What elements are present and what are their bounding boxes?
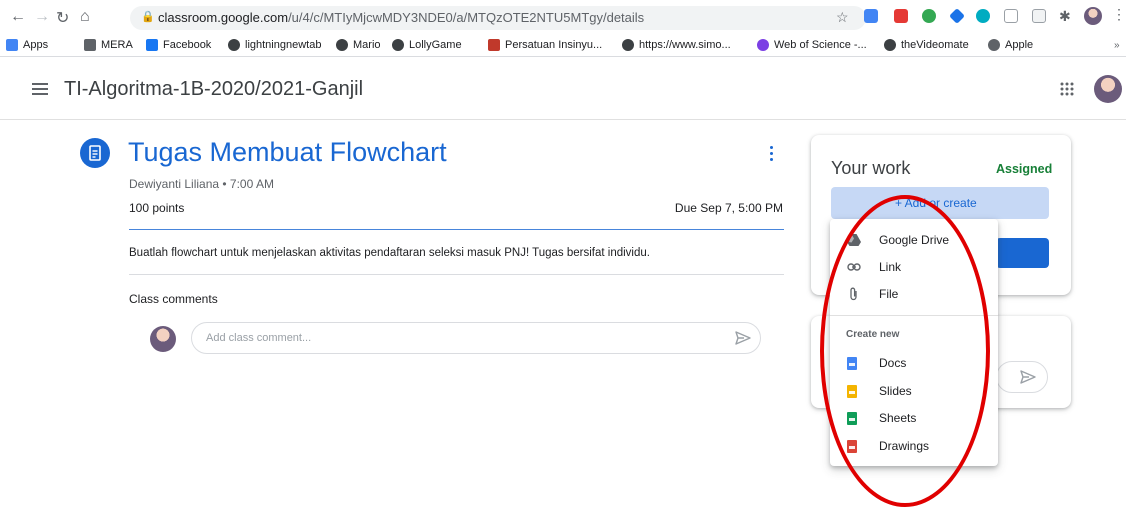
- url-text[interactable]: classroom.google.com/u/4/c/MTIyMjcwMDY3N…: [158, 10, 644, 25]
- profile-avatar-icon[interactable]: [1084, 7, 1102, 25]
- home-icon[interactable]: ⌂: [80, 8, 90, 26]
- assignment-instructions: Buatlah flowchart untuk menjelaskan akti…: [129, 247, 650, 259]
- more-options-icon[interactable]: [770, 146, 774, 164]
- extension-icon[interactable]: [922, 9, 936, 23]
- assignment-title: Tugas Membuat Flowchart: [128, 137, 447, 167]
- main-menu-icon[interactable]: [32, 83, 48, 95]
- bookmark-item[interactable]: theVideomate: [884, 39, 969, 51]
- extension-icon[interactable]: [1032, 9, 1046, 23]
- bookmark-item[interactable]: MERA: [84, 39, 133, 51]
- lock-icon: 🔒: [141, 11, 155, 23]
- apple-icon: [988, 39, 1000, 51]
- bookmark-item[interactable]: lightningnewtab: [228, 39, 321, 51]
- browser-menu-icon[interactable]: ⋮: [1112, 6, 1126, 23]
- extension-icon[interactable]: [1004, 9, 1018, 23]
- back-arrow-icon[interactable]: ←: [10, 8, 26, 26]
- extension-icon[interactable]: [976, 9, 990, 23]
- globe-icon: [392, 39, 404, 51]
- divider: [129, 274, 784, 275]
- url-host: classroom.google.com: [158, 10, 289, 25]
- puzzle-icon[interactable]: ✱: [1059, 8, 1071, 25]
- google-apps-icon[interactable]: [1060, 82, 1074, 96]
- reload-icon[interactable]: ↻: [56, 8, 69, 28]
- globe-icon: [622, 39, 634, 51]
- assignment-due-date: Due Sep 7, 5:00 PM: [674, 201, 783, 215]
- status-badge: Assigned: [996, 162, 1053, 176]
- bookmark-item[interactable]: Apps: [6, 39, 48, 51]
- bookmark-label: Apple: [1005, 39, 1034, 51]
- assignment-points: 100 points: [129, 201, 185, 215]
- bookmark-item[interactable]: Mario: [336, 39, 381, 51]
- globe-icon: [884, 39, 896, 51]
- bookmark-item[interactable]: LollyGame: [392, 39, 462, 51]
- globe-icon: [228, 39, 240, 51]
- bookmark-label: Mario: [353, 39, 381, 51]
- forward-arrow-icon[interactable]: →: [34, 8, 50, 26]
- apps-grid-icon: [6, 39, 18, 51]
- bookmark-label: theVideomate: [901, 39, 969, 51]
- send-icon[interactable]: [735, 331, 751, 345]
- class-comments-label: Class comments: [129, 292, 218, 306]
- comment-placeholder: Add class comment...: [206, 332, 312, 344]
- bookmark-item[interactable]: https://www.simo...: [622, 39, 731, 51]
- globe-icon: [336, 39, 348, 51]
- url-path: /u/4/c/MTIyMjcwMDY3NDE0/a/MTQzOTE2NTU5MT…: [288, 10, 645, 25]
- commenter-avatar: [150, 326, 176, 352]
- bookmark-item[interactable]: Apple: [988, 39, 1033, 51]
- extension-icon[interactable]: [864, 9, 878, 23]
- bookmark-label: lightningnewtab: [245, 39, 322, 51]
- bookmark-label: https://www.simo...: [639, 39, 731, 51]
- bookmark-label: LollyGame: [409, 39, 462, 51]
- assignment-meta: Dewiyanti Liliana • 7:00 AM: [129, 177, 274, 191]
- folder-icon: [84, 39, 96, 51]
- bookmark-label: Apps: [23, 39, 49, 51]
- extension-icon[interactable]: [894, 9, 908, 23]
- bookmark-item[interactable]: Web of Science -...: [757, 39, 867, 51]
- mark-as-done-button[interactable]: [996, 238, 1049, 268]
- bookmark-label: Web of Science -...: [774, 39, 867, 51]
- bookmark-item[interactable]: Persatuan Insinyu...: [488, 39, 602, 51]
- send-icon[interactable]: [1020, 370, 1036, 384]
- more-bookmarks-icon[interactable]: »: [1114, 40, 1120, 51]
- wos-icon: [757, 39, 769, 51]
- bookmark-item[interactable]: Facebook: [146, 39, 211, 51]
- bookmark-label: MERA: [101, 39, 133, 51]
- class-title[interactable]: TI-Algoritma-1B-2020/2021-Ganjil: [64, 78, 363, 101]
- divider: [129, 229, 784, 230]
- facebook-icon: [146, 39, 158, 51]
- bookmark-label: Persatuan Insinyu...: [505, 39, 603, 51]
- annotation-ellipse: [820, 195, 990, 507]
- pii-logo-icon: [488, 39, 500, 51]
- your-work-title: Your work: [831, 158, 911, 178]
- bookmark-label: Facebook: [163, 39, 212, 51]
- account-avatar[interactable]: [1094, 75, 1122, 103]
- assignment-icon: [80, 138, 110, 168]
- bookmark-star-icon[interactable]: ☆: [836, 9, 849, 26]
